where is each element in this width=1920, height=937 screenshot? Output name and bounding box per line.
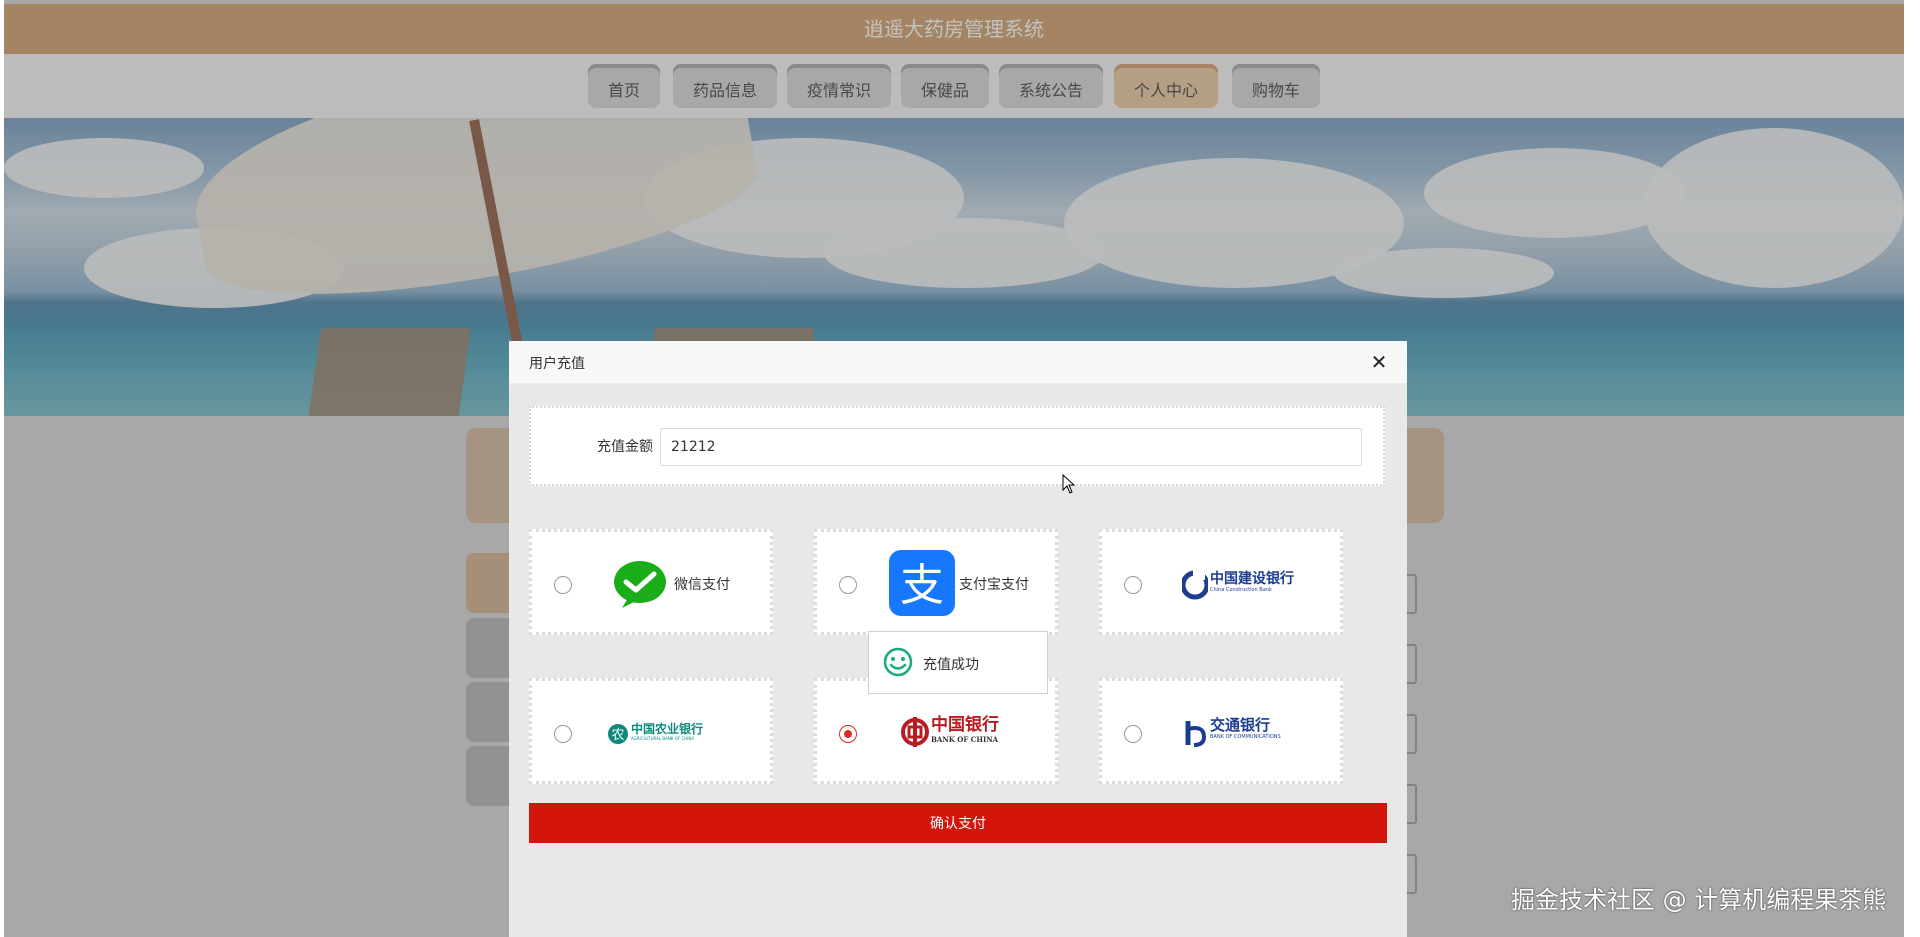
watermark: 掘金技术社区 @ 计算机编程果茶熊 <box>1511 886 1887 914</box>
alipay-icon: 支 <box>889 550 955 616</box>
abc-logo-icon: 农 <box>608 724 628 744</box>
close-icon[interactable]: ✕ <box>1367 350 1391 374</box>
toast-message: 充值成功 <box>923 657 979 673</box>
ccb-sublabel: China Construction Bank <box>1210 587 1272 593</box>
bocom-name: 交通银行 <box>1210 716 1271 734</box>
boc-sublabel: BANK OF CHINA <box>931 735 999 744</box>
amount-label: 充值金额 <box>597 439 653 455</box>
radio-boc[interactable] <box>839 725 857 743</box>
dialog-title: 用户充值 <box>529 356 585 372</box>
boc-text: 中国银行 BANK OF CHINA <box>931 715 999 744</box>
radio-abc[interactable] <box>554 725 572 743</box>
confirm-payment-button[interactable]: 确认支付 <box>529 803 1387 843</box>
dialog-header: 用户充值 ✕ <box>509 341 1407 384</box>
app-window: 逍遥大药房管理系统 首页 药品信息 疫情常识 保健品 系统公告 个人中心 购物车… <box>4 0 1904 937</box>
success-toast: 充值成功 <box>868 631 1048 694</box>
payment-label-alipay: 支付宝支付 <box>959 577 1029 593</box>
amount-section: 充值金额 <box>529 406 1385 486</box>
ccb-logo-icon <box>1182 570 1208 600</box>
radio-alipay[interactable] <box>839 576 857 594</box>
bocom-logo-icon <box>1185 721 1207 747</box>
abc-name: 中国农业银行 <box>631 722 704 736</box>
smile-icon <box>883 647 913 677</box>
bocom-sublabel: BANK OF COMMUNICATIONS <box>1210 734 1281 740</box>
wechat-pay-icon <box>614 561 666 608</box>
ccb-name: 中国建设银行 <box>1210 571 1294 587</box>
radio-wechat[interactable] <box>554 576 572 594</box>
payment-option-ccb[interactable]: 中国建设银行 China Construction Bank <box>1099 529 1343 635</box>
abc-sublabel: AGRICULTURAL BANK OF CHINA <box>631 736 695 741</box>
boc-logo-icon <box>901 717 929 747</box>
bocom-text: 交通银行 BANK OF COMMUNICATIONS <box>1210 716 1281 741</box>
payment-option-abc[interactable]: 农 中国农业银行 AGRICULTURAL BANK OF CHINA <box>529 678 773 784</box>
payment-option-wechat[interactable]: 微信支付 <box>529 529 773 635</box>
ccb-text: 中国建设银行 China Construction Bank <box>1210 571 1294 594</box>
svg-text:农: 农 <box>611 728 624 743</box>
boc-name: 中国银行 <box>931 715 999 735</box>
radio-ccb[interactable] <box>1124 576 1142 594</box>
payment-option-bocom[interactable]: 交通银行 BANK OF COMMUNICATIONS <box>1099 678 1343 784</box>
payment-option-alipay[interactable]: 支 支付宝支付 <box>814 529 1058 635</box>
svg-text:支: 支 <box>900 560 944 611</box>
mouse-cursor-icon <box>1062 474 1076 494</box>
amount-input[interactable] <box>660 428 1362 466</box>
payment-label-wechat: 微信支付 <box>674 577 730 593</box>
abc-text: 中国农业银行 AGRICULTURAL BANK OF CHINA <box>631 722 704 742</box>
radio-bocom[interactable] <box>1124 725 1142 743</box>
